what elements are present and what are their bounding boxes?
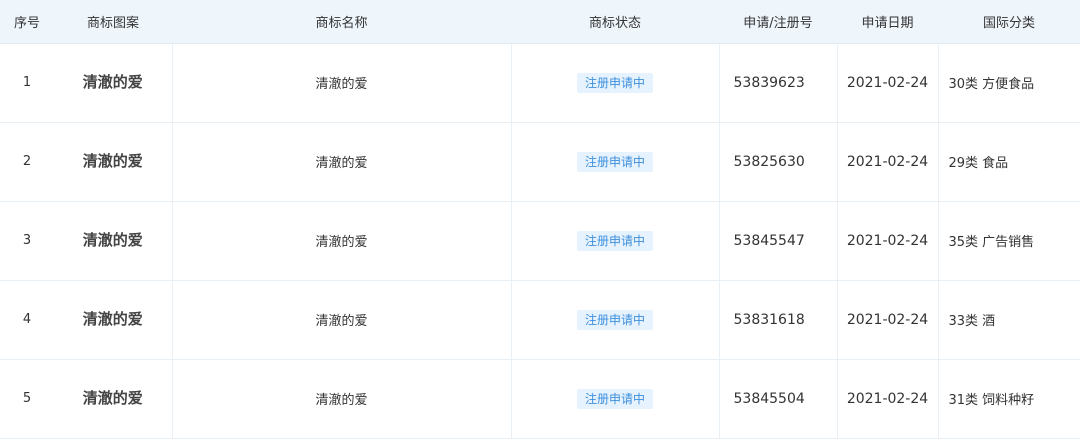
header-reg-no: 申请/注册号 (719, 0, 837, 44)
status-cell: 注册申请中 (511, 122, 720, 202)
trademark-name[interactable]: 清澈的爱 (172, 201, 512, 281)
reg-number: 53825630 (719, 122, 838, 202)
row-index: 3 (0, 201, 54, 281)
apply-date: 2021-02-24 (837, 280, 939, 360)
table-body: 1 清澈的爱 清澈的爱 注册申请中 53839623 2021-02-24 30… (0, 43, 1080, 439)
table-row[interactable]: 3 清澈的爱 清澈的爱 注册申请中 53845547 2021-02-24 35… (0, 201, 1080, 281)
intl-class: 31类 饲料种籽 (938, 359, 1080, 439)
trademark-name[interactable]: 清澈的爱 (172, 122, 512, 202)
table-row[interactable]: 1 清澈的爱 清澈的爱 注册申请中 53839623 2021-02-24 30… (0, 43, 1080, 123)
table-row[interactable]: 5 清澈的爱 清澈的爱 注册申请中 53845504 2021-02-24 31… (0, 359, 1080, 439)
reg-number: 53839623 (719, 43, 838, 123)
trademark-pattern: 清澈的爱 (54, 43, 173, 123)
intl-class: 30类 方便食品 (938, 43, 1080, 123)
header-name: 商标名称 (172, 0, 511, 44)
trademark-name[interactable]: 清澈的爱 (172, 359, 512, 439)
status-badge: 注册申请中 (576, 309, 653, 330)
trademark-name[interactable]: 清澈的爱 (172, 280, 512, 360)
intl-class: 33类 酒 (938, 280, 1080, 360)
row-index: 2 (0, 122, 54, 202)
header-date: 申请日期 (837, 0, 938, 44)
trademark-table: 序号 商标图案 商标名称 商标状态 申请/注册号 申请日期 国际分类 1 清澈的… (0, 0, 1080, 439)
trademark-pattern: 清澈的爱 (54, 280, 173, 360)
trademark-pattern: 清澈的爱 (54, 201, 173, 281)
trademark-name[interactable]: 清澈的爱 (172, 43, 512, 123)
intl-class: 35类 广告销售 (938, 201, 1080, 281)
status-cell: 注册申请中 (511, 201, 720, 281)
reg-number: 53831618 (719, 280, 838, 360)
trademark-pattern: 清澈的爱 (54, 122, 173, 202)
table-row[interactable]: 2 清澈的爱 清澈的爱 注册申请中 53825630 2021-02-24 29… (0, 122, 1080, 202)
status-badge: 注册申请中 (576, 151, 653, 172)
apply-date: 2021-02-24 (837, 122, 939, 202)
apply-date: 2021-02-24 (837, 43, 939, 123)
header-class: 国际分类 (938, 0, 1080, 44)
reg-number: 53845547 (719, 201, 838, 281)
header-index: 序号 (0, 0, 54, 44)
table-row[interactable]: 4 清澈的爱 清澈的爱 注册申请中 53831618 2021-02-24 33… (0, 280, 1080, 360)
reg-number: 53845504 (719, 359, 838, 439)
row-index: 4 (0, 280, 54, 360)
trademark-pattern: 清澈的爱 (54, 359, 173, 439)
intl-class: 29类 食品 (938, 122, 1080, 202)
table-header: 序号 商标图案 商标名称 商标状态 申请/注册号 申请日期 国际分类 (0, 0, 1080, 44)
status-cell: 注册申请中 (511, 280, 720, 360)
header-status: 商标状态 (511, 0, 719, 44)
status-cell: 注册申请中 (511, 359, 720, 439)
status-cell: 注册申请中 (511, 43, 720, 123)
apply-date: 2021-02-24 (837, 359, 939, 439)
status-badge: 注册申请中 (576, 230, 653, 251)
header-pattern: 商标图案 (54, 0, 172, 44)
header-row: 序号 商标图案 商标名称 商标状态 申请/注册号 申请日期 国际分类 (0, 0, 1080, 44)
row-index: 1 (0, 43, 54, 123)
row-index: 5 (0, 359, 54, 439)
status-badge: 注册申请中 (576, 72, 653, 93)
apply-date: 2021-02-24 (837, 201, 939, 281)
status-badge: 注册申请中 (576, 388, 653, 409)
